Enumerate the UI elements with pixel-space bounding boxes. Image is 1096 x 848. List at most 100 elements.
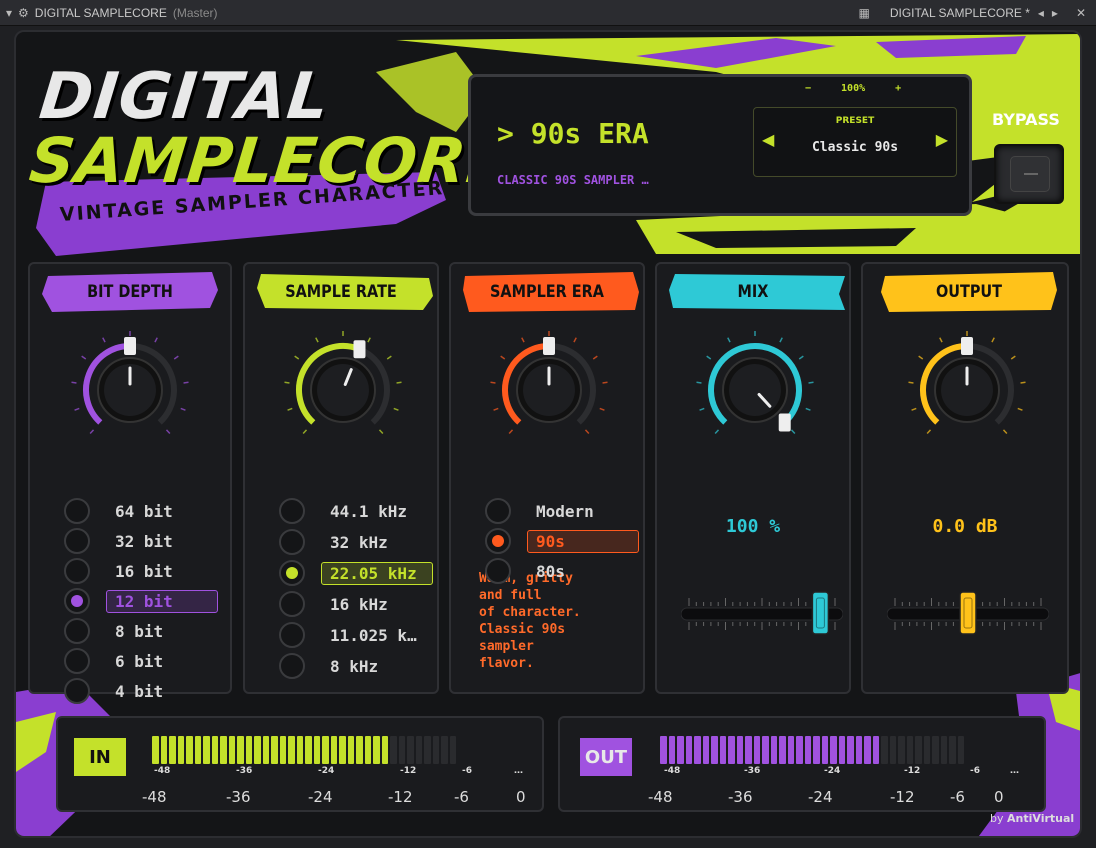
knob-handle[interactable] <box>353 340 366 359</box>
bypass-button[interactable] <box>994 144 1064 204</box>
title-mix: MIX <box>737 282 769 302</box>
radio-button[interactable] <box>485 558 511 584</box>
knob-bit-depth[interactable] <box>70 330 190 450</box>
option-bit-depth[interactable]: 4 bit <box>64 678 172 704</box>
meter-segment <box>804 736 811 764</box>
option-label[interactable]: 90s <box>527 529 639 553</box>
option-label[interactable]: 80s <box>527 560 574 583</box>
option-sample-rate[interactable]: 22.05 kHz <box>279 560 433 586</box>
radio-button[interactable] <box>64 558 90 584</box>
meter-segment <box>152 736 159 764</box>
plugin-body: DIGITAL SAMPLECORE VINTAGE SAMPLER CHARA… <box>14 30 1082 838</box>
option-label[interactable]: 32 bit <box>106 530 182 553</box>
meter-in-label: IN <box>74 738 126 776</box>
knob-output[interactable] <box>907 330 1027 450</box>
knob-tick <box>696 381 702 384</box>
radio-button[interactable] <box>64 498 90 524</box>
radio-button[interactable] <box>279 498 305 524</box>
radio-button[interactable] <box>279 622 305 648</box>
slider-mix[interactable] <box>681 586 843 642</box>
knob-handle[interactable] <box>124 337 136 355</box>
radio-button[interactable] <box>64 678 90 704</box>
option-label[interactable]: 6 bit <box>106 650 172 673</box>
option-label[interactable]: 22.05 kHz <box>321 561 433 585</box>
prev-arrow-icon[interactable]: ◂ <box>1038 6 1044 20</box>
knob-sampler-era[interactable] <box>489 330 609 450</box>
knob-tick <box>302 429 308 435</box>
radio-button[interactable] <box>279 560 305 586</box>
meter-segment <box>787 736 794 764</box>
option-label[interactable]: 8 kHz <box>321 655 387 678</box>
option-label[interactable]: 4 bit <box>106 680 172 703</box>
zoom-plus-button[interactable]: + <box>895 83 901 94</box>
radio-button[interactable] <box>64 588 90 614</box>
radio-button[interactable] <box>64 528 90 554</box>
option-label[interactable]: 44.1 kHz <box>321 500 416 523</box>
option-sample-rate[interactable]: 16 kHz <box>279 591 397 617</box>
slider-output[interactable] <box>887 586 1049 642</box>
knob-tick <box>89 429 95 435</box>
scale-tick: -24 <box>824 766 841 776</box>
preset-next-icon[interactable]: ▶ <box>936 130 948 150</box>
zoom-value: 100% <box>841 83 866 94</box>
knob-handle[interactable] <box>543 337 555 355</box>
radio-button[interactable] <box>485 528 511 554</box>
window-right-title: DIGITAL SAMPLECORE * <box>889 6 1030 20</box>
option-label[interactable]: 8 bit <box>106 620 172 643</box>
era-description-line: Classic 90s <box>479 622 566 637</box>
knob-mix[interactable] <box>695 330 815 450</box>
meter-segment <box>254 736 261 764</box>
option-sample-rate[interactable]: 44.1 kHz <box>279 498 416 524</box>
option-label[interactable]: 16 kHz <box>321 593 397 616</box>
option-label[interactable]: 16 bit <box>106 560 182 583</box>
knob-tick <box>790 429 796 435</box>
option-bit-depth[interactable]: 32 bit <box>64 528 182 554</box>
option-bit-depth[interactable]: 16 bit <box>64 558 182 584</box>
preset-value[interactable]: Classic 90s <box>754 140 956 155</box>
knob-sample-rate[interactable] <box>283 330 403 450</box>
next-arrow-icon[interactable]: ▸ <box>1052 6 1058 20</box>
knob-tick <box>926 429 932 435</box>
radio-button[interactable] <box>64 618 90 644</box>
radio-button[interactable] <box>485 498 511 524</box>
menu-triangle-icon[interactable]: ▾ <box>6 6 12 20</box>
zoom-minus-button[interactable]: − <box>805 83 811 94</box>
option-sample-rate[interactable]: 11.025 k… <box>279 622 426 648</box>
radio-button[interactable] <box>64 648 90 674</box>
option-label[interactable]: 11.025 k… <box>321 624 426 647</box>
meter-segment <box>313 736 320 764</box>
radio-button[interactable] <box>279 529 305 555</box>
radio-button[interactable] <box>279 591 305 617</box>
option-bit-depth[interactable]: 64 bit <box>64 498 182 524</box>
bypass-label: BYPASS <box>992 110 1060 129</box>
option-label[interactable]: 12 bit <box>106 589 218 613</box>
knob-tick <box>808 381 814 384</box>
radio-button[interactable] <box>279 653 305 679</box>
option-sampler-era[interactable]: 80s <box>485 558 574 584</box>
option-label[interactable]: 64 bit <box>106 500 182 523</box>
option-label[interactable]: 32 kHz <box>321 531 397 554</box>
era-description: Warm, gritty and full of character. Clas… <box>479 570 629 672</box>
scale-tick: -48 <box>154 766 171 776</box>
knob-tick <box>908 381 914 384</box>
knob-handle[interactable] <box>778 413 791 432</box>
option-bit-depth[interactable]: 8 bit <box>64 618 172 644</box>
window-title-suffix: (Master) <box>172 5 218 20</box>
preset-label: PRESET <box>835 116 875 126</box>
option-bit-depth[interactable]: 12 bit <box>64 588 218 614</box>
close-icon[interactable]: ✕ <box>1076 6 1086 20</box>
grid-icon[interactable]: ▦ <box>858 6 869 20</box>
option-bit-depth[interactable]: 6 bit <box>64 648 172 674</box>
gear-icon[interactable]: ⚙ <box>18 6 29 20</box>
option-sampler-era[interactable]: 90s <box>485 528 639 554</box>
option-label[interactable]: Modern <box>527 500 603 523</box>
knob-tick <box>284 381 290 384</box>
option-sampler-era[interactable]: Modern <box>485 498 603 524</box>
option-sample-rate[interactable]: 8 kHz <box>279 653 387 679</box>
panel-bit-depth: BIT DEPTH 64 bit 32 bit 16 bit 12 bit 8 bit 6… <box>28 262 232 704</box>
meter-segment <box>702 736 709 764</box>
preset-prev-icon[interactable]: ◀ <box>762 130 774 150</box>
era-subtitle: CLASSIC 90S SAMPLER … <box>497 173 649 187</box>
knob-handle[interactable] <box>961 337 973 355</box>
option-sample-rate[interactable]: 32 kHz <box>279 529 397 555</box>
